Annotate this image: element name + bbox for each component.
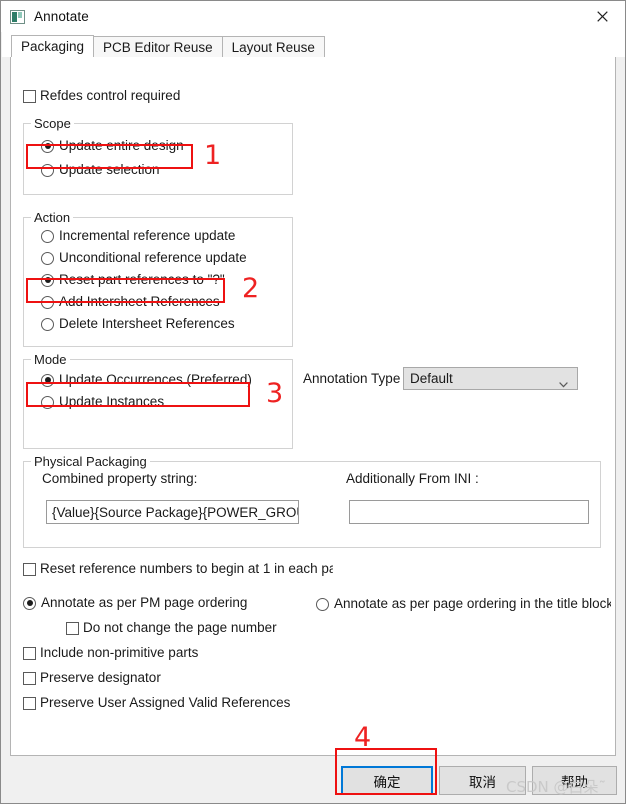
combined-property-string-label: Combined property string: (42, 471, 198, 486)
tab-packaging-label: Packaging (21, 39, 85, 54)
radio-dot (41, 251, 54, 265)
radio-dot (41, 229, 54, 243)
annotation-type-label: Annotation Type (303, 371, 401, 386)
tab-pcb-editor-reuse[interactable]: PCB Editor Reuse (93, 36, 223, 57)
do-not-change-page-number-label: Do not change the page number (83, 620, 277, 635)
tab-pcb-editor-reuse-label: PCB Editor Reuse (103, 39, 213, 55)
checkbox-box (23, 671, 36, 685)
action-option-unconditional-reference-update[interactable]: Unconditional reference update (41, 250, 247, 266)
ok-button[interactable]: 确定 (341, 766, 433, 795)
checkbox-box (66, 621, 79, 635)
scope-group: Scope Update entire design Update select… (23, 116, 293, 195)
physical-packaging-group-legend: Physical Packaging (31, 454, 150, 469)
scope-option-update-selection[interactable]: Update selection (41, 162, 160, 178)
radio-dot (41, 163, 54, 177)
action-option-reset-part-references[interactable]: Reset part references to "?" (41, 272, 225, 288)
window-title: Annotate (34, 9, 89, 24)
dialog-footer: 确定 取消 帮助 CSDN @白朵˜ (2, 756, 625, 803)
annotate-app-icon (10, 9, 25, 24)
page-ordering-option-pm-label: Annotate as per PM page ordering (41, 595, 248, 610)
preserve-user-assigned-valid-references-checkbox[interactable]: Preserve User Assigned Valid References (23, 695, 290, 711)
close-icon[interactable] (580, 1, 625, 31)
radio-dot (41, 295, 54, 309)
annotation-type-value: Default (410, 371, 453, 386)
checkbox-box (23, 562, 36, 576)
annotation-marker-2: 2 (242, 273, 260, 304)
action-option-reset-part-references-label: Reset part references to "?" (59, 272, 225, 287)
cancel-button-label: 取消 (469, 774, 496, 791)
include-non-primitive-parts-label: Include non-primitive parts (40, 645, 199, 660)
tab-strip: Packaging PCB Editor Reuse Layout Reuse (2, 32, 625, 57)
scope-group-legend: Scope (31, 116, 74, 131)
title-bar: Annotate (1, 1, 625, 32)
radio-dot (41, 317, 54, 331)
preserve-designator-label: Preserve designator (40, 670, 161, 685)
page-ordering-option-title-block-label: Annotate as per page ordering in the tit… (334, 596, 611, 611)
combined-property-string-input[interactable]: {Value}{Source Package}{POWER_GROUP} (46, 500, 299, 524)
radio-dot (41, 395, 54, 409)
action-option-delete-intersheet-references[interactable]: Delete Intersheet References (41, 316, 235, 332)
scope-option-update-selection-label: Update selection (59, 162, 160, 177)
radio-dot (41, 273, 54, 287)
scope-option-update-entire-design[interactable]: Update entire design (41, 138, 184, 154)
mode-option-update-occurrences-label: Update Occurrences (Preferred) (59, 372, 252, 387)
preserve-designator-checkbox[interactable]: Preserve designator (23, 670, 161, 686)
checkbox-box (23, 696, 36, 710)
radio-dot (41, 373, 54, 387)
action-option-unconditional-reference-update-label: Unconditional reference update (59, 250, 247, 265)
include-non-primitive-parts-checkbox[interactable]: Include non-primitive parts (23, 645, 198, 661)
physical-packaging-group: Physical Packaging Combined property str… (23, 454, 601, 548)
mode-option-update-instances[interactable]: Update Instances (41, 394, 164, 410)
radio-dot (316, 597, 329, 611)
packaging-tab-page: Refdes control required Scope Update ent… (10, 57, 616, 756)
action-option-incremental-reference-update-label: Incremental reference update (59, 228, 236, 243)
page-ordering-option-title-block[interactable]: Annotate as per page ordering in the tit… (316, 595, 611, 613)
checkbox-box (23, 89, 36, 103)
radio-dot (41, 139, 54, 153)
tab-layout-reuse-label: Layout Reuse (231, 39, 315, 55)
mode-group: Mode Update Occurrences (Preferred) Upda… (23, 352, 293, 449)
annotation-type-select[interactable]: Default (403, 367, 578, 390)
csdn-watermark: CSDN @白朵˜ (506, 778, 607, 796)
action-option-add-intersheet-references-label: Add Intersheet References (59, 294, 220, 309)
additionally-from-ini-input[interactable] (349, 500, 589, 524)
refdes-control-required-checkbox[interactable]: Refdes control required (23, 88, 180, 104)
tab-list: Packaging PCB Editor Reuse Layout Reuse (11, 35, 325, 57)
checkbox-box (23, 646, 36, 660)
mode-option-update-instances-label: Update Instances (59, 394, 165, 409)
action-option-incremental-reference-update[interactable]: Incremental reference update (41, 228, 235, 244)
chevron-down-icon (559, 376, 568, 387)
radio-dot (23, 596, 36, 610)
additionally-from-ini-label: Additionally From INI : (346, 471, 479, 486)
scope-option-update-entire-design-label: Update entire design (59, 138, 184, 153)
annotate-dialog: Annotate Packaging PCB Editor Reuse Layo… (0, 0, 626, 804)
ok-button-label: 确定 (373, 774, 401, 791)
annotation-marker-1: 1 (204, 140, 222, 171)
annotation-marker-4: 4 (354, 722, 372, 753)
action-option-add-intersheet-references[interactable]: Add Intersheet References (41, 294, 220, 310)
do-not-change-page-number-checkbox[interactable]: Do not change the page number (66, 620, 277, 636)
annotation-marker-3: 3 (266, 378, 284, 409)
action-option-delete-intersheet-references-label: Delete Intersheet References (59, 316, 235, 331)
tab-layout-reuse[interactable]: Layout Reuse (221, 36, 325, 57)
combined-property-string-value: {Value}{Source Package}{POWER_GROUP} (52, 504, 299, 520)
mode-group-legend: Mode (31, 352, 70, 367)
preserve-user-assigned-valid-references-label: Preserve User Assigned Valid References (40, 695, 291, 710)
reset-reference-numbers-label: Reset reference numbers to begin at 1 in… (40, 561, 333, 576)
reset-reference-numbers-checkbox[interactable]: Reset reference numbers to begin at 1 in… (23, 560, 333, 578)
refdes-control-required-label: Refdes control required (40, 88, 181, 103)
page-ordering-option-pm[interactable]: Annotate as per PM page ordering (23, 595, 247, 611)
tab-packaging[interactable]: Packaging (11, 35, 95, 57)
mode-option-update-occurrences[interactable]: Update Occurrences (Preferred) (41, 372, 252, 388)
action-group-legend: Action (31, 210, 74, 225)
